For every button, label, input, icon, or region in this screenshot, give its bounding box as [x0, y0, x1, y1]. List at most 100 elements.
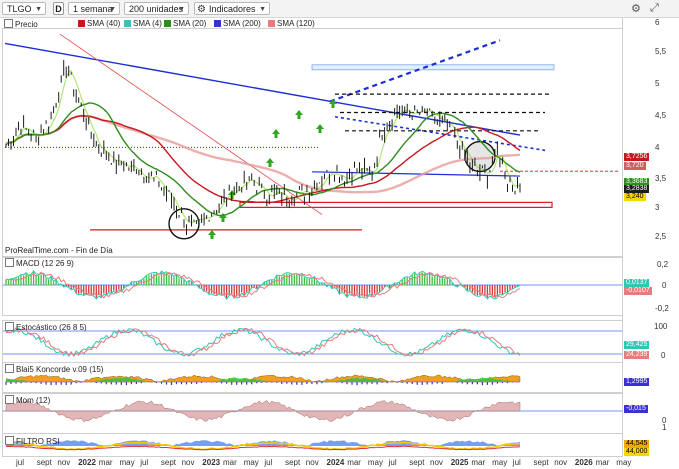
arrow-up-icon: [266, 158, 274, 167]
checkbox-icon: [5, 395, 14, 404]
swatch-icon: [124, 20, 131, 27]
projection-line: [329, 39, 501, 103]
price-tick: 3: [655, 203, 660, 212]
ticker-select[interactable]: TLGO ▼: [2, 2, 46, 15]
checkbox-icon: [5, 364, 14, 373]
diagonal-red-line: [59, 33, 323, 215]
expand-icon[interactable]: ⤢: [650, 2, 659, 15]
time-tick: may: [492, 458, 508, 467]
mom-panel-label[interactable]: Mom (12): [5, 395, 50, 406]
stoch-k-value: 29,425: [624, 341, 650, 349]
time-tick: mar: [223, 458, 237, 467]
period-select[interactable]: 1 semana ▼: [68, 2, 120, 15]
legend-item-sma200[interactable]: SMA (200): [214, 19, 261, 29]
rsi-value-2: 44,000: [624, 448, 650, 456]
time-tick: may: [367, 458, 384, 467]
time-tick: 2026: [574, 458, 593, 467]
time-tick: may: [243, 458, 259, 467]
d-label: D: [55, 4, 62, 14]
time-tick: 2022: [78, 458, 96, 467]
stoch-panel-frame: [2, 320, 623, 363]
units-select[interactable]: 200 unidades ▼: [124, 2, 189, 15]
mom-area: [5, 400, 521, 423]
arrow-up-icon: [228, 190, 236, 199]
swatch-icon: [78, 20, 85, 27]
panel-frames: [2, 28, 623, 457]
indicators-label: Indicadores: [209, 4, 256, 14]
chart-canvas[interactable]: [0, 0, 679, 469]
stoch-d-value: 24,239: [624, 351, 650, 359]
chevron-down-icon: ▼: [259, 6, 266, 13]
price-tick: 4,5: [655, 111, 667, 120]
rsi-panel-label[interactable]: FILTRO RSI: [5, 436, 59, 447]
rsi-blue-area: [6, 440, 520, 446]
swatch-icon: [268, 20, 275, 27]
settings-icon[interactable]: ⚙: [631, 2, 641, 15]
macd-panel-label[interactable]: MACD (12 26 9): [5, 258, 74, 269]
legend-item-sma20[interactable]: SMA (20): [164, 19, 206, 29]
price-series: [5, 60, 521, 235]
legend-item-sma120[interactable]: SMA (120): [268, 19, 315, 29]
last-price-label: 3,240: [624, 193, 646, 201]
mom-panel-frame: [2, 393, 623, 434]
time-tick: jul: [388, 458, 397, 467]
stoch-tick: 100: [654, 322, 668, 331]
time-tick: may: [119, 458, 135, 467]
stoch-tick: 0: [661, 351, 666, 360]
legend-label: SMA (20): [173, 19, 207, 28]
koncorde-panel-label[interactable]: Blai5 Koncorde v.09 (15): [5, 364, 103, 375]
legend-item-sma4[interactable]: SMA (4): [124, 19, 162, 29]
koncorde-orange-area: [5, 374, 521, 383]
checkbox-icon: [4, 19, 13, 28]
time-tick: mar: [347, 458, 361, 467]
legend-item-price[interactable]: Precio: [4, 19, 38, 30]
sma40-price-label: 3,7256: [624, 153, 650, 161]
time-tick: jul: [140, 458, 149, 467]
checkbox-icon: [5, 258, 14, 267]
sma120-line: [5, 114, 521, 194]
time-tick: nov: [554, 458, 568, 467]
highlight-circle: [168, 208, 200, 240]
macd-panel-frame: [2, 257, 623, 316]
time-tick: nov: [430, 458, 443, 467]
time-tick: sept: [409, 458, 425, 467]
koncorde-label-text: Blai5 Koncorde v.09 (15): [16, 365, 104, 374]
arrow-up-icon: [316, 124, 324, 133]
price-tick: 2,5: [655, 232, 667, 241]
rsi-yellow-line: [5, 441, 521, 451]
units-label: 200 unidades: [129, 4, 184, 14]
time-tick: sept: [36, 458, 52, 467]
arrow-up-icon: [208, 230, 216, 239]
sma120-price-label: 3,720: [624, 162, 646, 170]
price-tick: 6: [655, 18, 660, 27]
mom-label-text: Mom (12): [16, 396, 51, 405]
price-tick: 5: [655, 79, 660, 88]
time-tick: may: [616, 458, 632, 467]
indicators-button[interactable]: ⚙ Indicadores ▼: [194, 2, 270, 15]
price-drawings: [4, 33, 620, 240]
macd-signal-line: [6, 271, 521, 299]
source-label: ProRealTime.com - Fin de Día: [5, 246, 113, 255]
price-tick: 4: [655, 143, 660, 152]
time-tick: mar: [471, 458, 486, 467]
time-tick: nov: [181, 458, 195, 467]
macd-line: [5, 270, 521, 301]
stoch-panel-label[interactable]: Estocástico (26 8 5): [5, 322, 87, 333]
rsi-red-line: [5, 445, 521, 451]
legend-label: SMA (200): [223, 19, 261, 28]
chevron-down-icon: ▼: [109, 6, 116, 13]
arrow-up-icon: [272, 129, 280, 138]
rsi-tick: 1: [662, 423, 667, 432]
checkbox-icon: [5, 322, 14, 331]
upper-trendline: [4, 42, 521, 136]
legend-item-sma40[interactable]: SMA (40): [78, 19, 120, 29]
legend-label: SMA (120): [277, 19, 315, 28]
swatch-icon: [164, 20, 171, 27]
lower-trendline: [311, 171, 521, 177]
chevron-down-icon: ▼: [35, 6, 42, 13]
sma40-line: [5, 115, 521, 204]
time-tick: 2025: [450, 458, 469, 467]
stoch-label-text: Estocástico (26 8 5): [16, 323, 87, 332]
swatch-icon: [214, 20, 221, 27]
d-button[interactable]: D: [53, 2, 64, 15]
